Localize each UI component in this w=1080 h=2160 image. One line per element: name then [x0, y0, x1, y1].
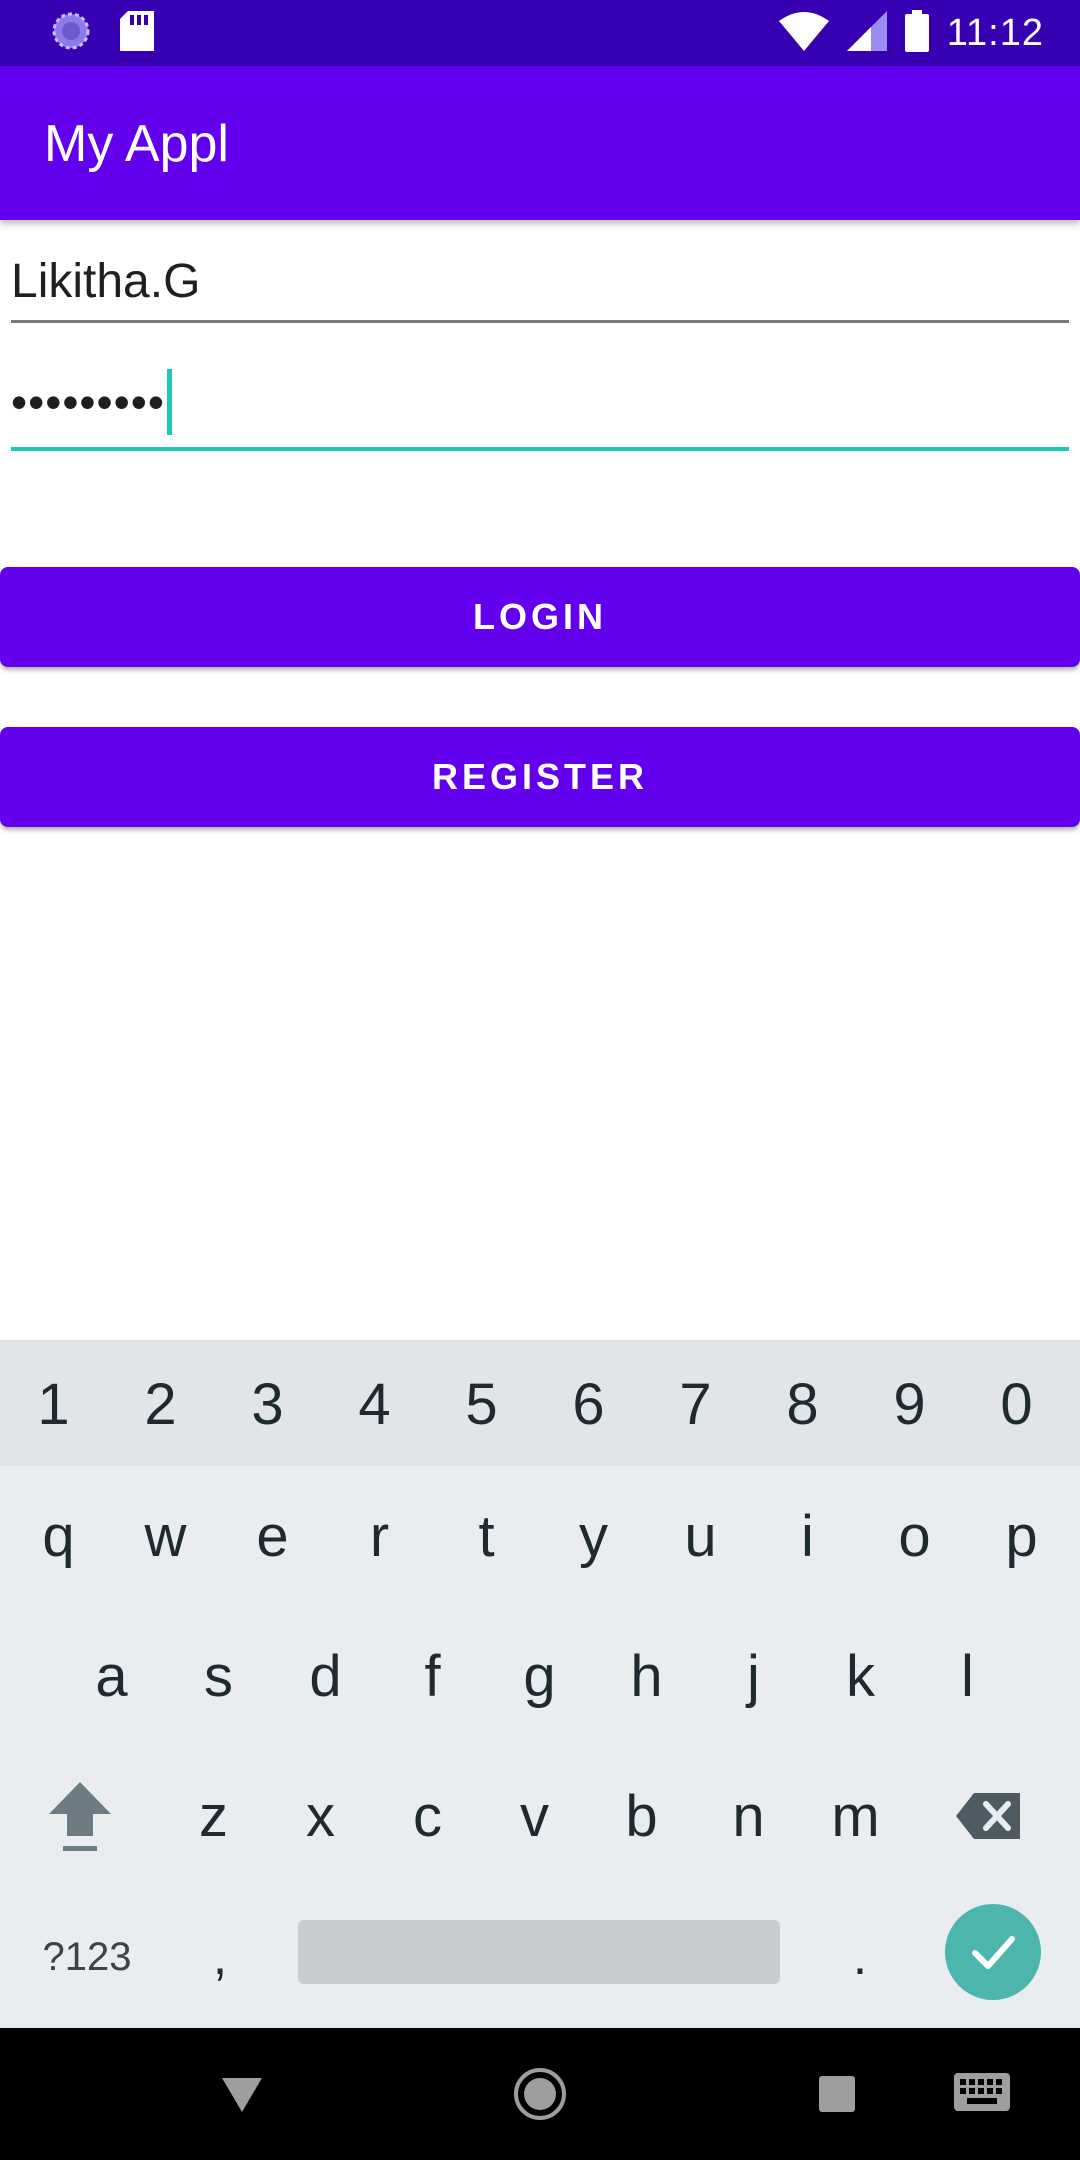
text-cursor: [166, 369, 172, 435]
key-2[interactable]: 2: [107, 1342, 214, 1466]
key-t[interactable]: t: [433, 1466, 540, 1606]
shift-key[interactable]: [0, 1746, 160, 1886]
keyboard-row-2: a s d f g h j k l: [58, 1606, 1021, 1746]
enter-key[interactable]: [945, 1904, 1041, 2000]
app-bar: My Appl: [0, 66, 1080, 220]
key-v[interactable]: v: [481, 1746, 588, 1886]
app-title: My Appl: [44, 115, 229, 173]
key-1[interactable]: 1: [0, 1342, 107, 1466]
key-x[interactable]: x: [267, 1746, 374, 1886]
key-c[interactable]: c: [374, 1746, 481, 1886]
status-left-icons: [50, 10, 154, 56]
symbols-key[interactable]: ?123: [22, 1887, 152, 2027]
key-o[interactable]: o: [861, 1466, 968, 1606]
navigation-bar: [0, 2028, 1080, 2160]
key-b[interactable]: b: [588, 1746, 695, 1886]
key-m[interactable]: m: [802, 1746, 909, 1886]
key-r[interactable]: r: [326, 1466, 433, 1606]
back-icon[interactable]: [212, 2064, 272, 2124]
key-5[interactable]: 5: [428, 1342, 535, 1466]
status-bar: 11:12: [0, 0, 1080, 66]
checkmark-icon: [972, 1936, 1015, 1969]
login-button[interactable]: LOGIN: [0, 567, 1080, 667]
key-9[interactable]: 9: [856, 1342, 963, 1466]
status-right-icons: 11:12: [778, 10, 1044, 56]
key-7[interactable]: 7: [642, 1342, 749, 1466]
home-icon[interactable]: [510, 2064, 570, 2124]
register-button[interactable]: REGISTER: [0, 727, 1080, 827]
key-y[interactable]: y: [540, 1466, 647, 1606]
key-j[interactable]: j: [700, 1606, 807, 1746]
key-d[interactable]: d: [272, 1606, 379, 1746]
keyboard-switch-icon[interactable]: [952, 2064, 1012, 2124]
signal-icon: [846, 11, 887, 55]
key-w[interactable]: w: [112, 1466, 219, 1606]
key-h[interactable]: h: [593, 1606, 700, 1746]
key-3[interactable]: 3: [214, 1342, 321, 1466]
key-8[interactable]: 8: [749, 1342, 856, 1466]
status-clock: 11:12: [946, 11, 1044, 54]
key-e[interactable]: e: [219, 1466, 326, 1606]
soft-keyboard: 1 2 3 4 5 6 7 8 9 0 q w e r t y u i o p …: [0, 1340, 1080, 2030]
key-a[interactable]: a: [58, 1606, 165, 1746]
username-value: Likitha.G: [11, 255, 201, 308]
password-dots: •••••••••: [11, 376, 165, 429]
key-z[interactable]: z: [160, 1746, 267, 1886]
key-u[interactable]: u: [647, 1466, 754, 1606]
key-period[interactable]: .: [810, 1887, 910, 2027]
space-key[interactable]: [298, 1920, 780, 1984]
keyboard-number-row: 1 2 3 4 5 6 7 8 9 0: [0, 1342, 1080, 1466]
password-value: •••••••••: [11, 369, 172, 439]
backspace-icon: [956, 1793, 1020, 1839]
sync-icon: [50, 10, 92, 56]
key-4[interactable]: 4: [321, 1342, 428, 1466]
password-field[interactable]: •••••••••: [11, 365, 1069, 451]
key-p[interactable]: p: [968, 1466, 1075, 1606]
backspace-key[interactable]: [909, 1746, 1069, 1886]
key-l[interactable]: l: [914, 1606, 1021, 1746]
key-q[interactable]: q: [5, 1466, 112, 1606]
key-f[interactable]: f: [379, 1606, 486, 1746]
key-s[interactable]: s: [165, 1606, 272, 1746]
key-6[interactable]: 6: [535, 1342, 642, 1466]
key-k[interactable]: k: [807, 1606, 914, 1746]
key-g[interactable]: g: [486, 1606, 593, 1746]
key-0[interactable]: 0: [963, 1342, 1070, 1466]
username-field[interactable]: Likitha.G: [11, 240, 1069, 323]
key-i[interactable]: i: [754, 1466, 861, 1606]
key-n[interactable]: n: [695, 1746, 802, 1886]
sd-card-icon: [120, 11, 154, 55]
keyboard-row-3: z x c v b n m: [0, 1746, 1069, 1886]
shift-icon: [49, 1782, 111, 1851]
wifi-icon: [778, 11, 829, 55]
battery-icon: [904, 10, 929, 56]
keyboard-row-1: q w e r t y u i o p: [5, 1466, 1075, 1606]
key-comma[interactable]: ,: [170, 1887, 270, 2027]
recents-icon[interactable]: [807, 2064, 867, 2124]
